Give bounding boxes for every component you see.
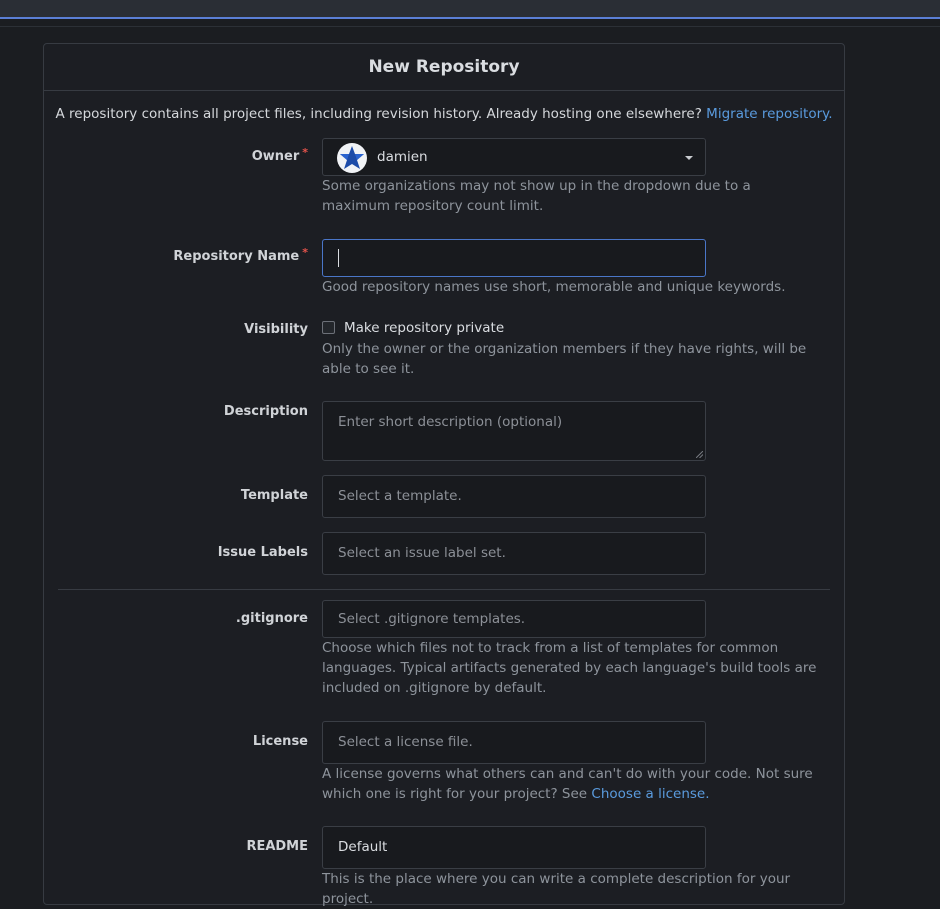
gitignore-help: Choose which files not to track from a l… bbox=[322, 640, 817, 696]
repository-name-help: Good repository names use short, memorab… bbox=[322, 279, 786, 295]
template-placeholder: Select a template. bbox=[338, 488, 462, 504]
owner-value: damien bbox=[377, 149, 428, 165]
template-label: Template bbox=[240, 488, 308, 503]
required-mark: * bbox=[302, 246, 308, 259]
star-logo-icon bbox=[340, 146, 364, 169]
license-help: A license governs what others can and ca… bbox=[322, 766, 813, 802]
gitignore-placeholder: Select .gitignore templates. bbox=[338, 611, 526, 627]
gitignore-label: .gitignore bbox=[235, 611, 308, 626]
readme-help: This is the place where you can write a … bbox=[322, 871, 791, 907]
page-title: New Repository bbox=[44, 44, 844, 91]
navbar-accent-line bbox=[0, 17, 940, 19]
make-private-label[interactable]: Make repository private bbox=[344, 320, 504, 336]
repository-name-label: Repository Name * bbox=[173, 246, 308, 264]
owner-label: Owner * bbox=[251, 146, 308, 164]
visibility-help: Only the owner or the organization membe… bbox=[322, 341, 807, 377]
migrate-repository-link[interactable]: Migrate repository. bbox=[706, 106, 832, 122]
readme-label: README bbox=[246, 839, 308, 854]
make-private-checkbox[interactable] bbox=[322, 321, 335, 334]
resize-handle-icon[interactable] bbox=[696, 451, 703, 458]
description-label: Description bbox=[223, 404, 308, 419]
section-divider bbox=[58, 589, 830, 590]
intro-text: A repository contains all project files,… bbox=[44, 106, 844, 122]
required-mark: * bbox=[302, 146, 308, 159]
intro-description: A repository contains all project files,… bbox=[55, 106, 702, 122]
description-textarea[interactable]: Enter short description (optional) bbox=[322, 401, 706, 461]
gitignore-select[interactable]: Select .gitignore templates. bbox=[322, 600, 706, 638]
navbar-separator bbox=[0, 26, 940, 27]
repository-name-input[interactable] bbox=[322, 239, 706, 277]
choose-license-link[interactable]: Choose a license. bbox=[591, 786, 709, 802]
license-select[interactable]: Select a license file. bbox=[322, 721, 706, 764]
top-navbar bbox=[0, 0, 940, 17]
issue-labels-label: Issue Labels bbox=[217, 545, 308, 560]
readme-select[interactable]: Default bbox=[322, 826, 706, 869]
text-cursor bbox=[338, 249, 339, 267]
issue-labels-select[interactable]: Select an issue label set. bbox=[322, 532, 706, 575]
new-repository-form: New Repository A repository contains all… bbox=[43, 43, 845, 907]
template-select[interactable]: Select a template. bbox=[322, 475, 706, 518]
issue-labels-placeholder: Select an issue label set. bbox=[338, 545, 506, 561]
visibility-label: Visibility bbox=[244, 322, 308, 337]
chevron-down-icon bbox=[685, 156, 693, 160]
license-label: License bbox=[252, 734, 308, 749]
description-placeholder: Enter short description (optional) bbox=[338, 414, 563, 430]
owner-avatar bbox=[337, 143, 367, 173]
owner-help: Some organizations may not show up in th… bbox=[322, 178, 751, 214]
owner-dropdown[interactable]: damien bbox=[322, 138, 706, 176]
license-placeholder: Select a license file. bbox=[338, 734, 473, 750]
readme-value: Default bbox=[338, 839, 388, 855]
